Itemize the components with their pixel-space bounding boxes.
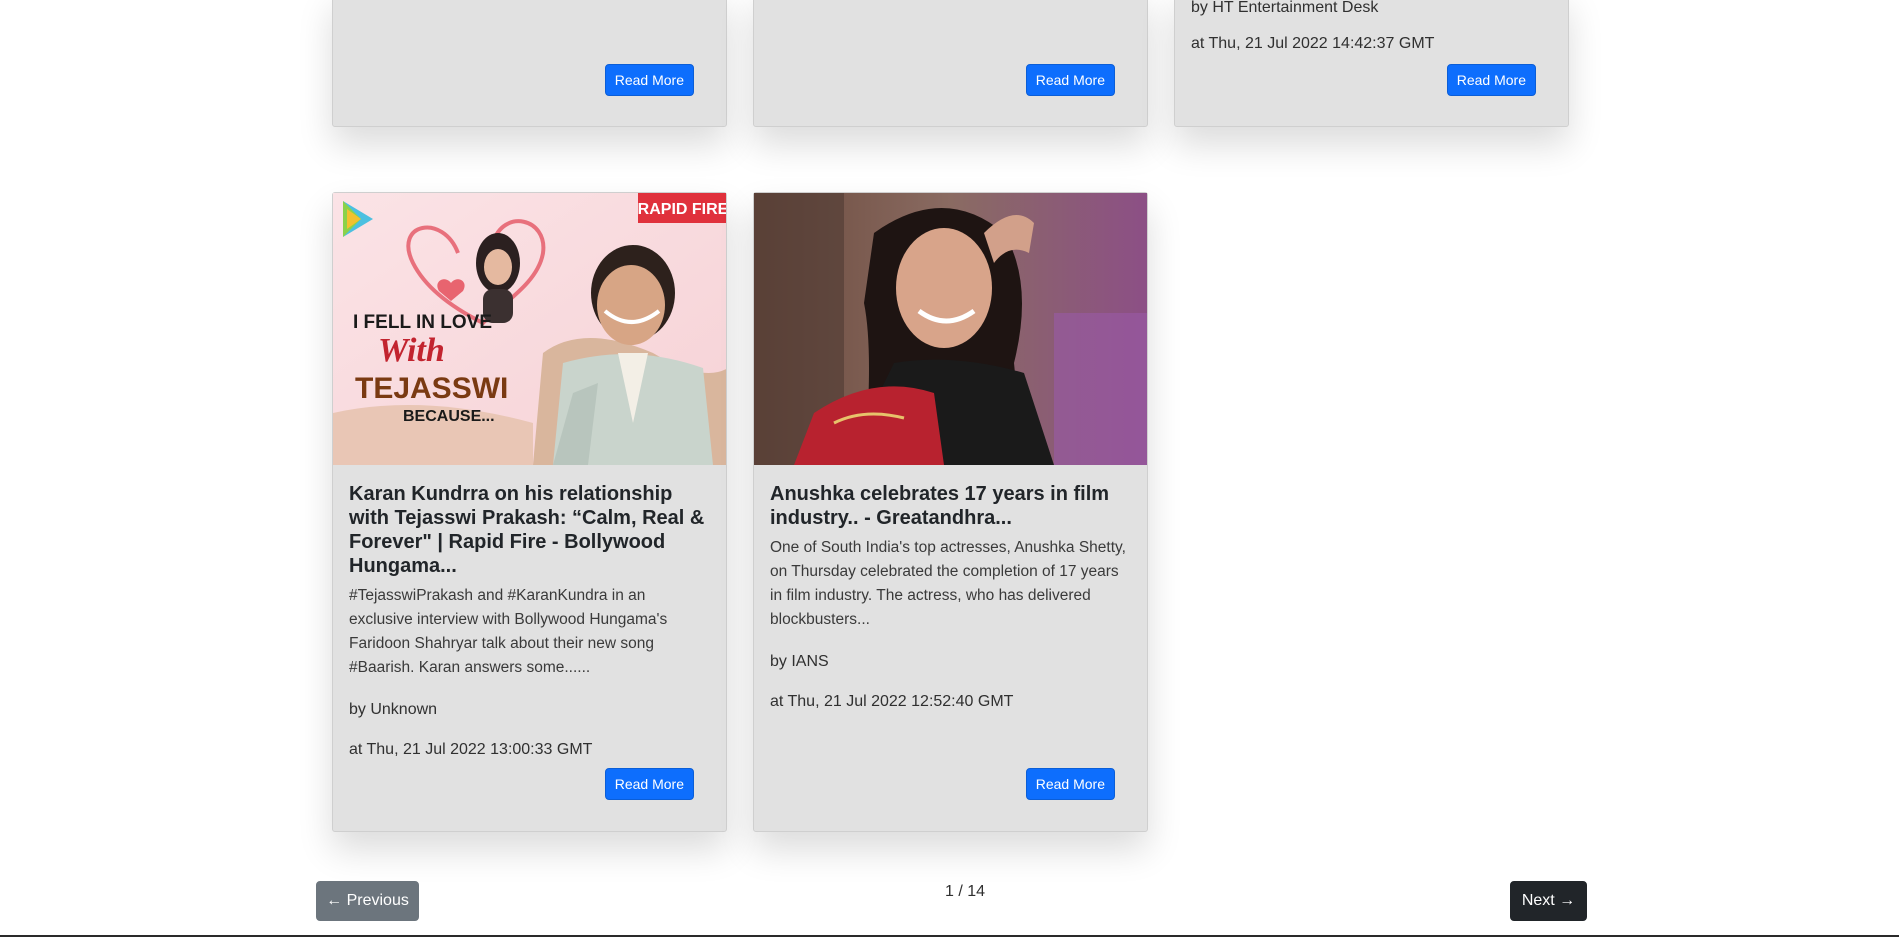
page-indicator: 1 / 14: [944, 883, 986, 900]
next-button[interactable]: Next →: [1510, 881, 1587, 921]
rapid-fire-badge: RAPID FIRE: [638, 201, 726, 218]
read-more-button[interactable]: Read More: [604, 768, 694, 800]
card-date: at Thu, 21 Jul 2022 13:00:33 GMT: [349, 741, 593, 758]
previous-button[interactable]: ← Previous: [316, 881, 419, 921]
card-date: at Thu, 21 Jul 2022 12:52:40 GMT: [770, 693, 1014, 710]
read-more-button[interactable]: Read More: [604, 64, 694, 96]
read-more-button[interactable]: Read More: [1446, 64, 1536, 96]
video-thumbnail-image: RAPID FIRE I FELL IN LOVE With TEJASSWI …: [333, 193, 726, 465]
news-card: Read More: [332, 0, 727, 127]
news-card: Read More: [753, 0, 1148, 127]
news-card: by HT Entertainment Desk at Thu, 21 Jul …: [1174, 0, 1569, 127]
card-author: by Unknown: [349, 701, 438, 718]
news-card: Anushka celebrates 17 years in film indu…: [753, 192, 1148, 832]
card-title[interactable]: Anushka celebrates 17 years in film indu…: [770, 482, 1131, 530]
read-more-button[interactable]: Read More: [1025, 768, 1115, 800]
thumbnail-text-line: With: [378, 332, 445, 369]
read-more-button[interactable]: Read More: [1025, 64, 1115, 96]
card-thumbnail[interactable]: RAPID FIRE I FELL IN LOVE With TEJASSWI …: [333, 193, 726, 465]
thumbnail-text-line: I FELL IN LOVE: [353, 312, 492, 333]
card-description: One of South India's top actresses, Anus…: [770, 539, 1126, 628]
thumbnail-text-line: TEJASSWI: [355, 372, 508, 405]
card-author: by IANS: [770, 653, 829, 670]
card-date: at Thu, 21 Jul 2022 14:42:37 GMT: [1191, 35, 1435, 52]
card-thumbnail[interactable]: [754, 193, 1147, 465]
card-title[interactable]: Karan Kundrra on his relationship with T…: [349, 482, 710, 578]
thumbnail-text-line: BECAUSE...: [403, 408, 495, 425]
card-description: #TejasswiPrakash and #KaranKundra in an …: [349, 587, 668, 676]
card-author: by HT Entertainment Desk: [1191, 0, 1379, 16]
news-card: RAPID FIRE I FELL IN LOVE With TEJASSWI …: [332, 192, 727, 832]
article-image: [754, 193, 1147, 465]
